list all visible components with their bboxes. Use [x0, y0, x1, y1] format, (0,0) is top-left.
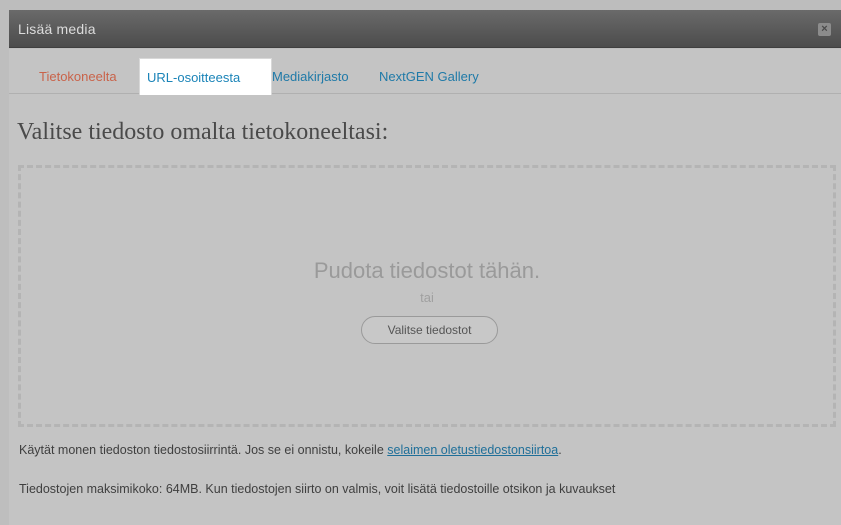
uploader-info: Käytät monen tiedoston tiedostosiirrintä… — [19, 443, 562, 457]
uploader-info-text: Käytät monen tiedoston tiedostosiirrintä… — [19, 443, 388, 457]
or-text: tai — [420, 290, 434, 305]
select-files-button[interactable]: Valitse tiedostot — [361, 316, 498, 344]
drop-zone[interactable]: Pudota tiedostot tähän. tai Valitse tied… — [18, 165, 836, 427]
window-frame-top — [0, 0, 841, 10]
browser-uploader-link[interactable]: selaimen oletustiedostonsiirtoa — [387, 443, 558, 457]
close-icon[interactable]: × — [818, 23, 831, 36]
dialog-titlebar: Lisää media × — [9, 10, 841, 48]
tab-bar: Tietokoneelta URL-osoitteesta Mediakirja… — [9, 49, 841, 95]
drop-text: Pudota tiedostot tähän. — [313, 258, 541, 283]
tab-nextgen-gallery[interactable]: NextGEN Gallery — [371, 58, 487, 95]
tab-media-library[interactable]: Mediakirjasto — [264, 58, 357, 95]
dialog-content: Tietokoneelta URL-osoitteesta Mediakirja… — [9, 49, 841, 525]
uploader-info-suffix: . — [558, 443, 562, 457]
tab-url[interactable]: URL-osoitteesta — [139, 58, 272, 95]
tab-computer[interactable]: Tietokoneelta — [31, 58, 125, 95]
max-size-info: Tiedostojen maksimikoko: 64MB. Kun tiedo… — [19, 482, 616, 496]
page-heading: Valitse tiedosto omalta tietokoneeltasi: — [17, 119, 389, 145]
dialog-title: Lisää media — [18, 20, 96, 37]
